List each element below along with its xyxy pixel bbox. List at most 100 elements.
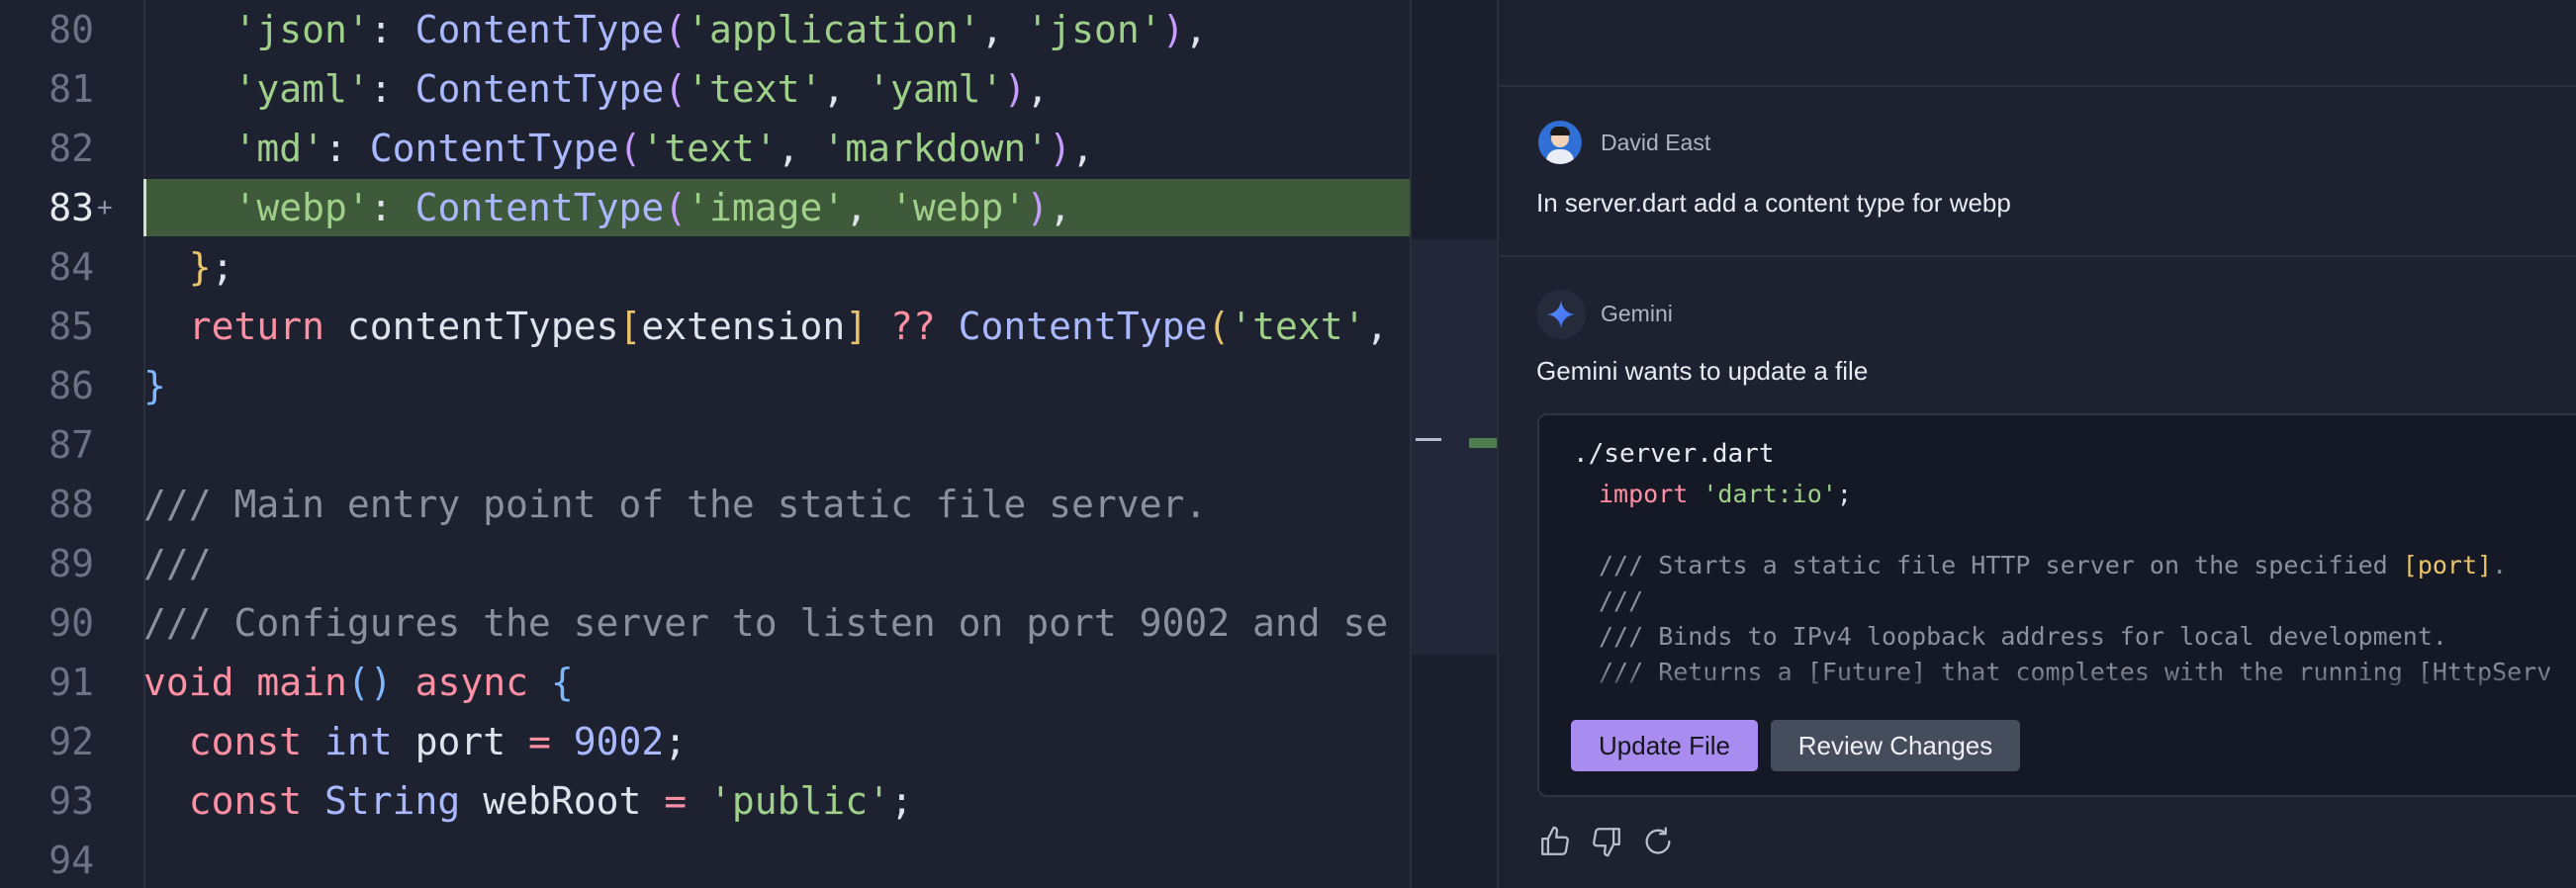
code-token: ) (1003, 67, 1027, 111)
code-token: /// Binds to IPv4 loopback address for l… (1599, 622, 2447, 651)
code-line[interactable]: 80 'json': ContentType('application', 'j… (0, 0, 1410, 59)
code-line[interactable]: 87 (0, 415, 1410, 475)
code-text: 'webp': ContentType('image', 'webp'), (143, 178, 1072, 237)
code-token: , (1365, 305, 1389, 348)
code-token: : (369, 67, 415, 111)
code-text: /// (143, 534, 212, 593)
code-token: () (346, 661, 393, 704)
code-preview-line: /// Starts a static file HTTP server on … (1599, 548, 2507, 583)
code-token: 'json' (233, 8, 370, 51)
code-text: void main() async { (143, 653, 574, 712)
line-number: 88 (48, 483, 94, 526)
code-token: ContentType (958, 305, 1208, 348)
user-message: David East In server.dart add a content … (1499, 87, 2576, 257)
code-token: 'webp' (890, 186, 1027, 229)
code-text: } (143, 356, 166, 415)
code-token: , (777, 127, 823, 170)
line-number: 82 (48, 127, 94, 170)
code-token: { (550, 661, 574, 704)
code-line[interactable]: 81 'yaml': ContentType('text', 'yaml'), (0, 59, 1410, 119)
line-number: 84 (48, 245, 94, 289)
code-token: ?? (868, 305, 959, 348)
code-preview-line: /// (1599, 583, 1643, 619)
thumbs-up-icon[interactable] (1538, 825, 1572, 858)
thumbs-down-icon[interactable] (1590, 825, 1623, 858)
code-token: , (1026, 67, 1050, 111)
code-text: /// Configures the server to listen on p… (143, 593, 1388, 653)
code-token: ; (1836, 480, 1852, 508)
code-token: , (1071, 127, 1094, 170)
refresh-icon[interactable] (1641, 825, 1675, 858)
code-token: port (392, 720, 528, 763)
review-changes-button[interactable]: Review Changes (1771, 720, 2020, 771)
code-line[interactable]: 93 const String webRoot = 'public'; (0, 771, 1410, 831)
code-token: ; (890, 779, 913, 823)
code-token: ( (1207, 305, 1231, 348)
code-token: webRoot (460, 779, 665, 823)
code-token: , (1184, 8, 1208, 51)
code-token: 'text' (641, 127, 778, 170)
code-text: const String webRoot = 'public'; (143, 771, 913, 831)
minimap[interactable] (1410, 0, 1499, 888)
update-file-button[interactable]: Update File (1571, 720, 1758, 771)
code-preview-fade (1539, 667, 2576, 722)
avatar (1538, 121, 1582, 164)
code-token: ( (664, 8, 688, 51)
code-token: /// Starts a static file HTTP server on … (1599, 551, 2403, 579)
code-line[interactable]: 94 (0, 831, 1410, 888)
code-line[interactable]: 83 + 'webp': ContentType('image', 'webp')… (0, 178, 1410, 237)
line-number: 92 (48, 720, 94, 763)
code-token: } (188, 245, 212, 289)
code-token: , (1049, 186, 1072, 229)
code-token: ) (1049, 127, 1072, 170)
code-line[interactable]: 92 const int port = 9002; (0, 712, 1410, 771)
code-line[interactable]: 86} (0, 356, 1410, 415)
line-number: 89 (48, 542, 94, 585)
code-text: 'yaml': ContentType('text', 'yaml'), (143, 59, 1050, 119)
code-line[interactable]: 88 /// Main entry point of the static fil… (0, 475, 1410, 534)
code-token: import (1599, 480, 1689, 508)
code-token: ) (1161, 8, 1185, 51)
line-number: 86 (48, 364, 94, 407)
line-number: 87 (48, 423, 94, 467)
line-number: 83 (48, 186, 94, 229)
code-line[interactable]: 84 }; (0, 237, 1410, 297)
code-token: ContentType (414, 186, 665, 229)
code-token: ] (845, 305, 869, 348)
code-line[interactable]: 90 /// Configures the server to listen on… (0, 593, 1410, 653)
code-token: [port] (2402, 551, 2493, 579)
code-token: /// (143, 542, 212, 585)
code-editor[interactable]: 80 'json': ContentType('application', 'j… (0, 0, 1410, 888)
code-line[interactable]: 85 return contentTypes[extension] ?? Con… (0, 297, 1410, 356)
code-token: extension (641, 305, 846, 348)
code-token: : (369, 186, 415, 229)
code-line[interactable]: 82 'md': ContentType('text', 'markdown')… (0, 119, 1410, 178)
code-token: , (845, 186, 891, 229)
user-message-text: In server.dart add a content type for we… (1536, 188, 2011, 218)
code-token: 'markdown' (822, 127, 1050, 170)
code-preview-line: import 'dart:io'; (1599, 477, 1852, 512)
code-text: return contentTypes[extension] ?? Conten… (143, 297, 1389, 356)
minimap-change-marker (1469, 438, 1499, 448)
added-line-marker: + (97, 193, 113, 222)
code-line[interactable]: 89 /// (0, 534, 1410, 593)
gemini-message-text: Gemini wants to update a file (1536, 356, 1869, 386)
code-token: ContentType (414, 8, 665, 51)
code-token: ) (1026, 186, 1050, 229)
line-number: 85 (48, 305, 94, 348)
code-text: const int port = 9002; (143, 712, 687, 771)
line-number: 91 (48, 661, 94, 704)
code-token: , (822, 67, 869, 111)
code-text: 'md': ContentType('text', 'markdown'), (143, 119, 1094, 178)
code-token: 'json' (1026, 8, 1162, 51)
code-line[interactable]: 91 void main() async { (0, 653, 1410, 712)
